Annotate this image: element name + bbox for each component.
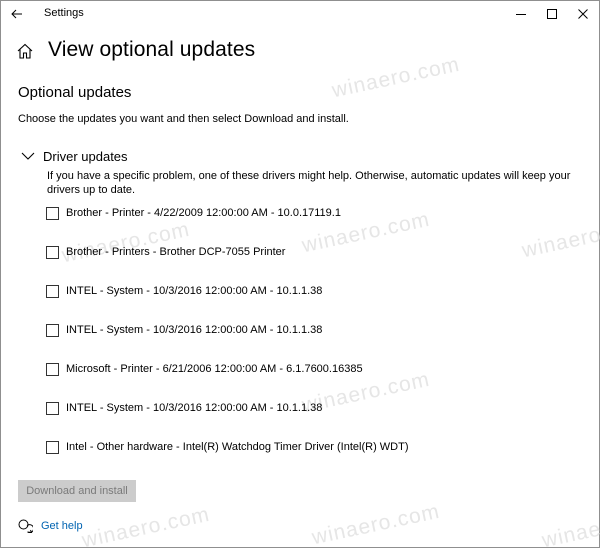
update-checkbox[interactable] [46,362,59,376]
update-checkbox[interactable] [46,401,59,415]
download-and-install-button[interactable]: Download and install [18,480,136,502]
app-title: Settings [44,7,84,19]
group-description: If you have a specific problem, one of t… [47,170,571,196]
watermark: winaero.com [539,502,600,553]
group-title: Driver updates [43,148,128,164]
back-button[interactable] [5,3,29,25]
page-title: View optional updates [48,38,256,61]
update-item[interactable]: Intel - Other hardware - Intel(R) Watchd… [46,439,409,455]
settings-window: winaero.com winaero.com winaero.com wina… [0,0,600,552]
update-label: INTEL - System - 10/3/2016 12:00:00 AM -… [66,285,323,297]
maximize-icon [547,9,557,19]
update-label: Brother - Printer - 4/22/2009 12:00:00 A… [66,207,341,219]
update-label: INTEL - System - 10/3/2016 12:00:00 AM -… [66,324,323,336]
get-help-label: Get help [41,520,83,532]
section-title: Optional updates [18,84,132,101]
update-item[interactable]: INTEL - System - 10/3/2016 12:00:00 AM -… [46,400,322,416]
update-item[interactable]: Brother - Printer - 4/22/2009 12:00:00 A… [46,205,341,221]
close-icon [578,9,588,19]
home-icon[interactable] [16,42,34,60]
watermark: winaero.com [79,502,212,553]
update-checkbox[interactable] [46,323,59,337]
watermark: winaero.com [59,217,192,268]
update-item[interactable]: INTEL - System - 10/3/2016 12:00:00 AM -… [46,322,322,338]
update-label: Intel - Other hardware - Intel(R) Watchd… [66,441,409,453]
intro-text: Choose the updates you want and then sel… [18,113,349,125]
update-label: Brother - Printers - Brother DCP-7055 Pr… [66,246,286,258]
help-chat-icon [18,519,33,533]
get-help-link[interactable]: Get help [18,519,83,533]
minimize-icon [516,14,526,15]
update-checkbox[interactable] [46,245,59,259]
chevron-down-icon [21,152,35,160]
update-label: Microsoft - Printer - 6/21/2006 12:00:00… [66,363,363,375]
driver-updates-toggle[interactable]: Driver updates [21,147,128,165]
back-arrow-icon [11,9,22,19]
update-item[interactable]: INTEL - System - 10/3/2016 12:00:00 AM -… [46,283,322,299]
update-label: INTEL - System - 10/3/2016 12:00:00 AM -… [66,402,323,414]
title-bar: Settings [1,1,599,27]
watermark: winaero.com [519,212,600,263]
close-button[interactable] [565,1,600,27]
watermark: winaero.com [329,52,462,103]
watermark: winaero.com [309,499,442,550]
update-checkbox[interactable] [46,440,59,454]
update-item[interactable]: Microsoft - Printer - 6/21/2006 12:00:00… [46,361,363,377]
update-checkbox[interactable] [46,206,59,220]
update-item[interactable]: Brother - Printers - Brother DCP-7055 Pr… [46,244,285,260]
update-checkbox[interactable] [46,284,59,298]
